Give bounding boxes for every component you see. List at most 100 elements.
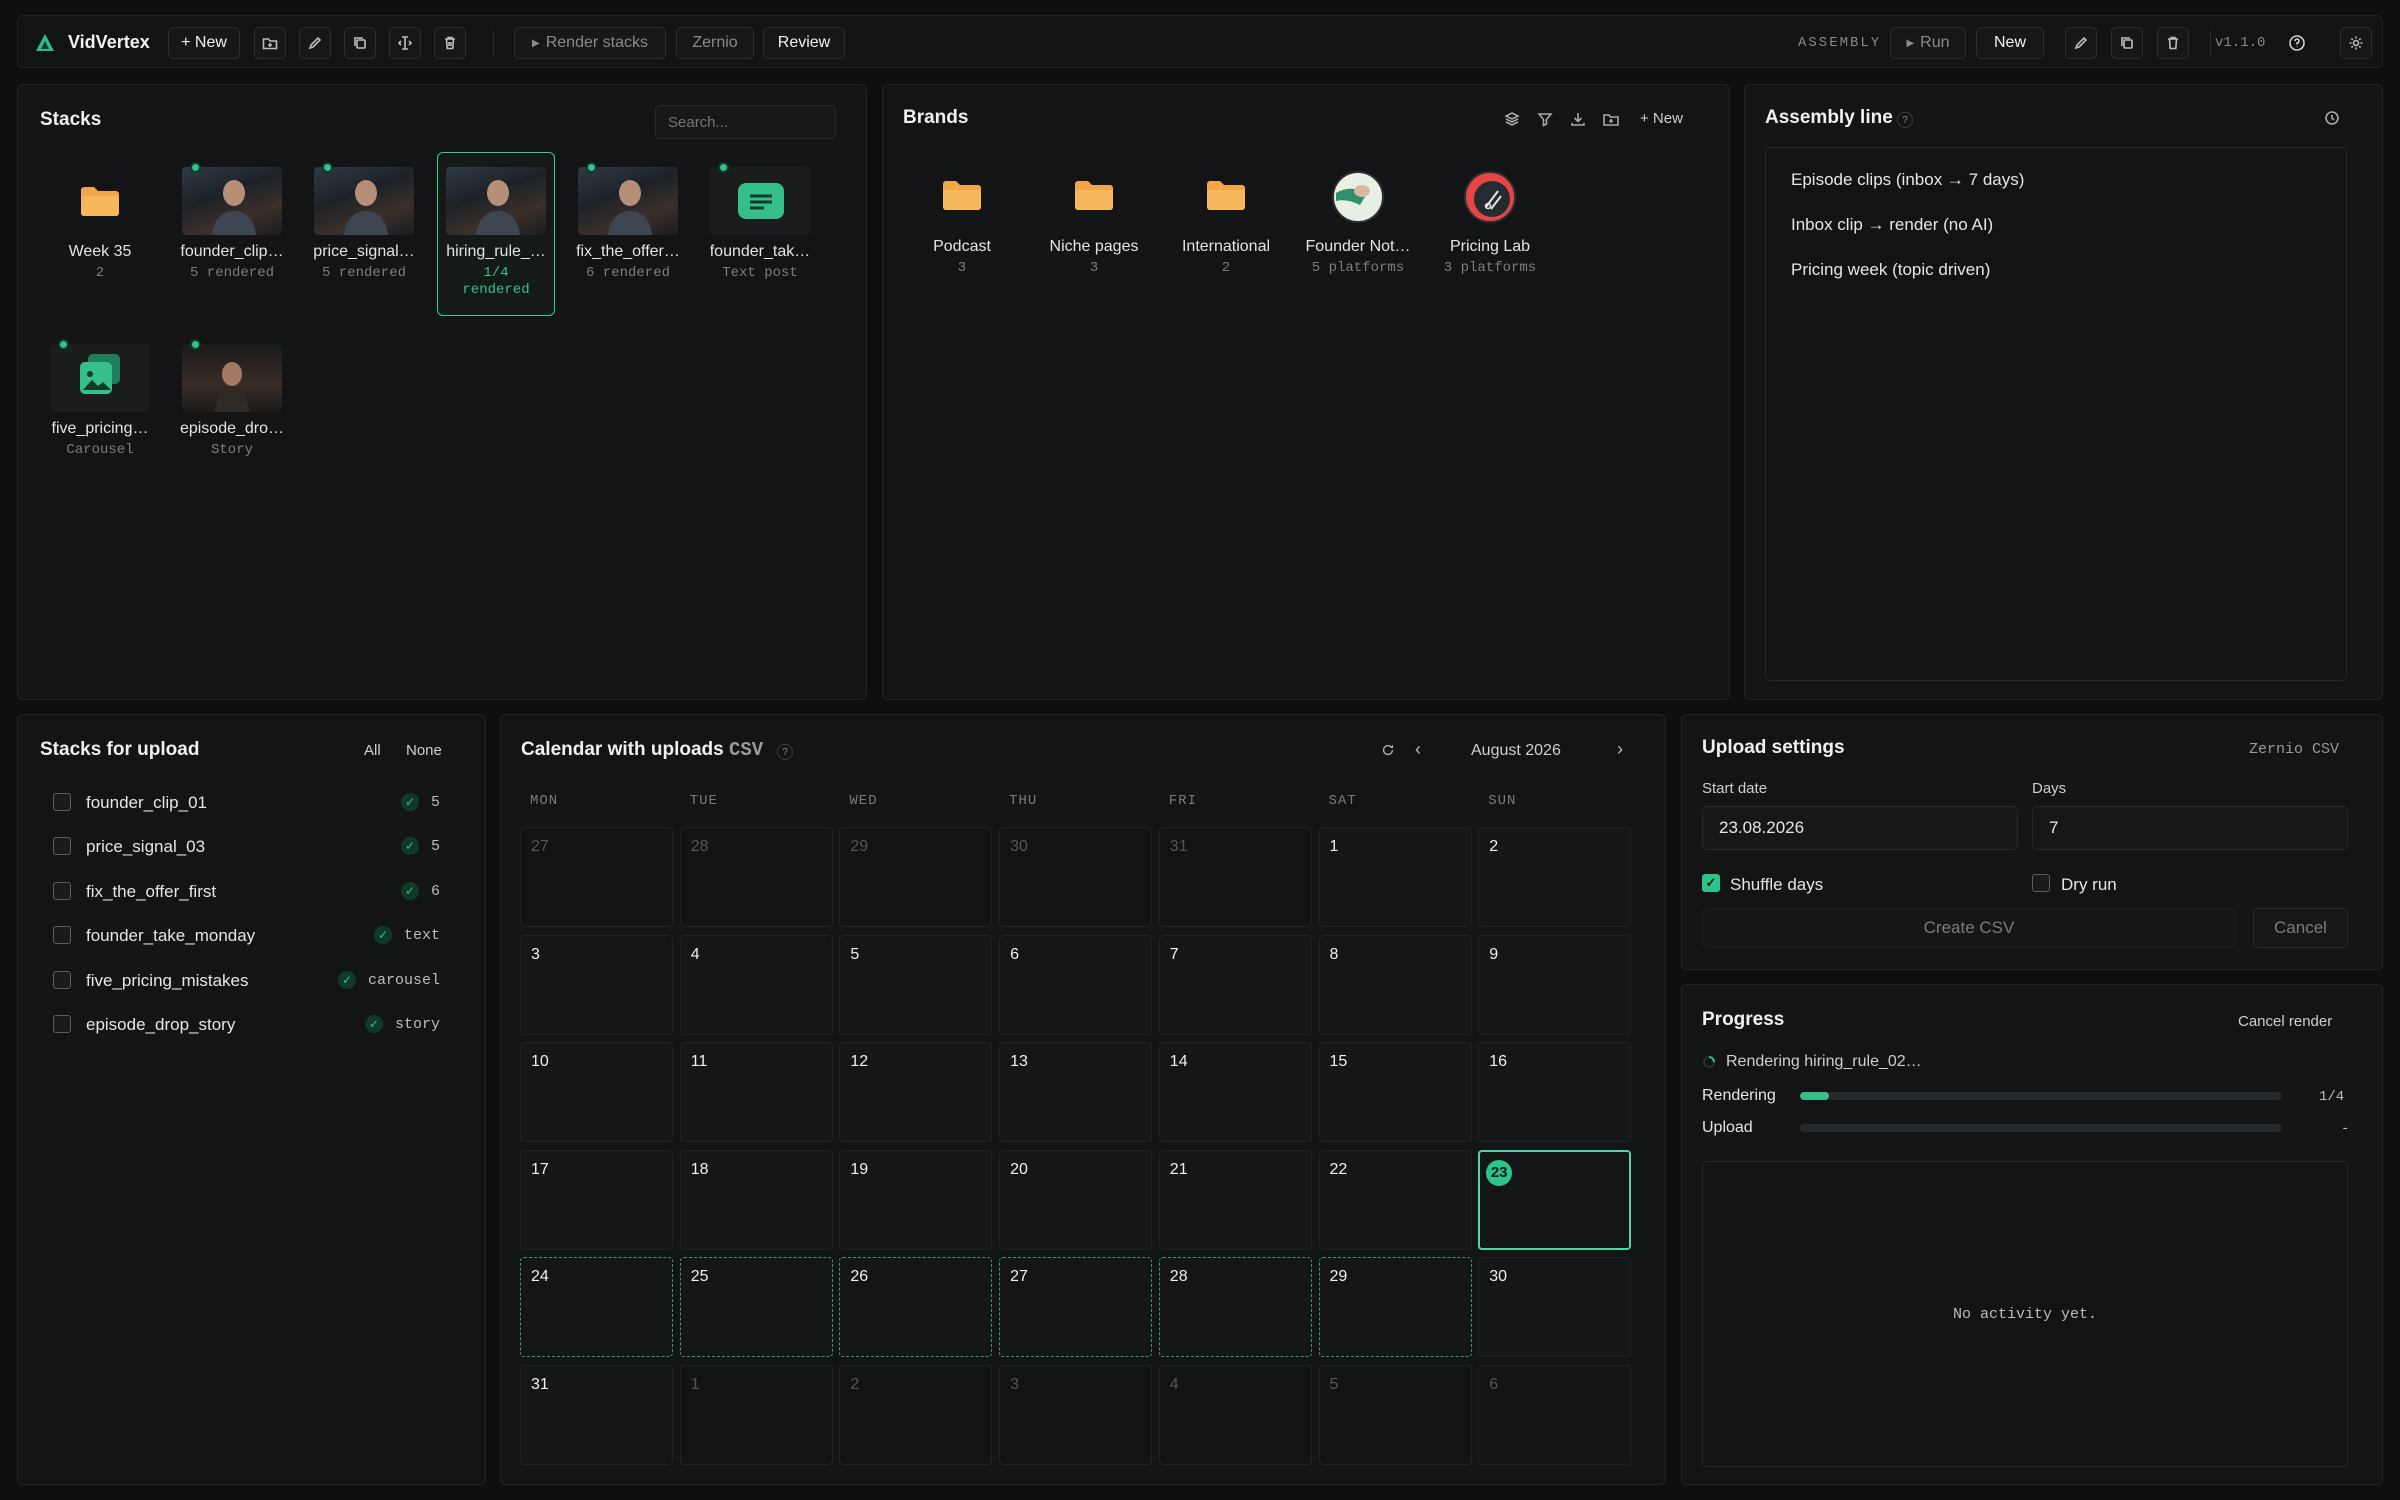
review-button[interactable]: Review <box>763 27 845 59</box>
upload-stack-row[interactable]: fix_the_offer_first 6 ✓ <box>40 881 440 909</box>
folder-plus-icon[interactable] <box>1602 110 1620 128</box>
calendar-day[interactable]: 29 <box>839 827 993 927</box>
stacks-search-input[interactable] <box>655 105 836 139</box>
calendar-day[interactable]: 2 <box>1478 827 1632 927</box>
calendar-day[interactable]: 4 <box>679 934 833 1035</box>
calendar-day[interactable]: 16 <box>1478 1042 1632 1142</box>
new-folder-button[interactable] <box>254 27 286 59</box>
settings-button[interactable] <box>2340 27 2372 59</box>
assembly-item[interactable]: Inbox clip → render (no AI) <box>1791 215 1993 235</box>
calendar-day[interactable]: 5 <box>839 934 993 1035</box>
calendar-day[interactable]: 21 <box>1158 1149 1312 1250</box>
calendar-day[interactable]: 30 <box>1478 1257 1632 1357</box>
calendar-day[interactable]: 28 <box>679 827 833 927</box>
calendar-day[interactable]: 5 <box>1318 1364 1472 1465</box>
cancel-button[interactable]: Cancel <box>2253 908 2348 948</box>
assembly-copy-button[interactable] <box>2111 27 2143 59</box>
brand-tile[interactable]: Founder Not… 5 platforms <box>1299 165 1417 276</box>
calendar-day[interactable]: 6 <box>1478 1364 1632 1465</box>
edit-button[interactable] <box>299 27 331 59</box>
upload-stack-checkbox[interactable] <box>53 881 71 900</box>
calendar-day[interactable]: 29 <box>1318 1257 1472 1357</box>
upload-stack-row[interactable]: founder_clip_01 5 ✓ <box>40 792 440 820</box>
calendar-day[interactable]: 26 <box>839 1257 993 1357</box>
upload-stack-row[interactable]: price_signal_03 5 ✓ <box>40 836 440 864</box>
upload-stack-checkbox[interactable] <box>53 1015 71 1033</box>
new-button[interactable]: + New <box>168 27 240 59</box>
delete-button[interactable] <box>434 27 466 59</box>
calendar-day[interactable]: 9 <box>1478 934 1632 1035</box>
calendar-day[interactable]: 31 <box>1158 827 1312 927</box>
calendar-day[interactable]: 28 <box>1158 1257 1312 1357</box>
calendar-day[interactable]: 13 <box>999 1042 1153 1142</box>
calendar-day[interactable]: 8 <box>1318 934 1472 1035</box>
calendar-day[interactable]: 11 <box>679 1042 833 1142</box>
upload-stack-row[interactable]: founder_take_monday text ✓ <box>40 925 440 953</box>
calendar-day[interactable]: 24 <box>520 1257 673 1357</box>
calendar-day[interactable]: 14 <box>1158 1042 1312 1142</box>
create-csv-button[interactable]: Create CSV <box>1702 908 2236 948</box>
split-button[interactable] <box>389 27 421 59</box>
calendar-day[interactable]: 1 <box>679 1364 833 1465</box>
assembly-help-icon[interactable]: ? <box>1897 112 1913 128</box>
upload-stack-checkbox[interactable] <box>53 837 71 856</box>
assembly-item[interactable]: Pricing week (topic driven) <box>1791 260 1990 280</box>
help-button[interactable] <box>2286 32 2308 54</box>
stack-tile[interactable]: Week 35 2 <box>41 153 159 281</box>
calendar-day[interactable]: 6 <box>999 934 1153 1035</box>
duplicate-button[interactable] <box>344 27 376 59</box>
calendar-day[interactable]: 30 <box>999 827 1153 927</box>
calendar-day[interactable]: 27 <box>520 827 673 927</box>
select-all-button[interactable]: All <box>364 742 381 759</box>
calendar-day[interactable]: 23 <box>1478 1149 1632 1250</box>
download-icon[interactable] <box>1569 110 1587 128</box>
calendar-day[interactable]: 15 <box>1318 1042 1472 1142</box>
calendar-day[interactable]: 4 <box>1158 1364 1312 1465</box>
calendar-day[interactable]: 20 <box>999 1149 1153 1250</box>
stack-tile[interactable]: hiring_rule_… 1/4 rendered <box>437 152 555 316</box>
calendar-day[interactable]: 27 <box>999 1257 1153 1357</box>
render-stacks-button[interactable]: ▶ Render stacks <box>514 27 666 59</box>
calendar-day[interactable]: 22 <box>1318 1149 1472 1250</box>
start-date-input[interactable]: 23.08.2026 <box>1702 806 2018 850</box>
brand-tile[interactable]: International 2 <box>1167 165 1285 276</box>
calendar-day[interactable]: 7 <box>1158 934 1312 1035</box>
calendar-day[interactable]: 3 <box>520 934 673 1035</box>
calendar-day[interactable]: 17 <box>520 1149 673 1250</box>
upload-stack-checkbox[interactable] <box>53 793 71 811</box>
select-none-button[interactable]: None <box>406 742 442 759</box>
calendar-help-icon[interactable]: ? <box>777 744 793 760</box>
refresh-icon[interactable] <box>1380 742 1396 758</box>
calendar-day[interactable]: 25 <box>679 1257 833 1357</box>
assembly-new-button[interactable]: New <box>1976 27 2044 59</box>
brands-new-button[interactable]: + New <box>1640 110 1683 127</box>
calendar-day[interactable]: 3 <box>999 1364 1153 1465</box>
calendar-day[interactable]: 12 <box>839 1042 993 1142</box>
prev-month-button[interactable]: ‹ <box>1415 739 1421 760</box>
brand-tile[interactable]: Pricing Lab 3 platforms <box>1431 165 1549 276</box>
calendar-day[interactable]: 18 <box>679 1149 833 1250</box>
assembly-edit-button[interactable] <box>2065 27 2097 59</box>
dry-run-checkbox[interactable] <box>2032 874 2050 892</box>
upload-stack-row[interactable]: five_pricing_mistakes carousel ✓ <box>40 970 440 998</box>
calendar-day[interactable]: 31 <box>520 1364 673 1465</box>
filter-icon[interactable] <box>1536 110 1554 128</box>
upload-stack-row[interactable]: episode_drop_story story ✓ <box>40 1014 440 1042</box>
brand-tile[interactable]: Podcast 3 <box>903 165 1021 276</box>
cancel-render-button[interactable]: Cancel render <box>2238 1013 2332 1030</box>
calendar-day[interactable]: 1 <box>1318 827 1472 927</box>
zernio-button[interactable]: Zernio <box>676 27 754 59</box>
run-button[interactable]: ▶ Run <box>1890 27 1966 59</box>
upload-stack-checkbox[interactable] <box>53 926 71 945</box>
shuffle-checkbox[interactable]: ✓ <box>1702 874 1720 892</box>
upload-stack-checkbox[interactable] <box>53 970 71 989</box>
assembly-item[interactable]: Episode clips (inbox → 7 days) <box>1791 170 2024 190</box>
calendar-day[interactable]: 10 <box>520 1042 673 1142</box>
calendar-day[interactable]: 19 <box>839 1149 993 1250</box>
assembly-delete-button[interactable] <box>2157 27 2189 59</box>
clock-icon[interactable] <box>2323 109 2341 127</box>
brand-tile[interactable]: Niche pages 3 <box>1035 165 1153 276</box>
layers-icon[interactable] <box>1503 110 1521 128</box>
next-month-button[interactable]: › <box>1617 739 1623 760</box>
calendar-day[interactable]: 2 <box>839 1364 993 1465</box>
